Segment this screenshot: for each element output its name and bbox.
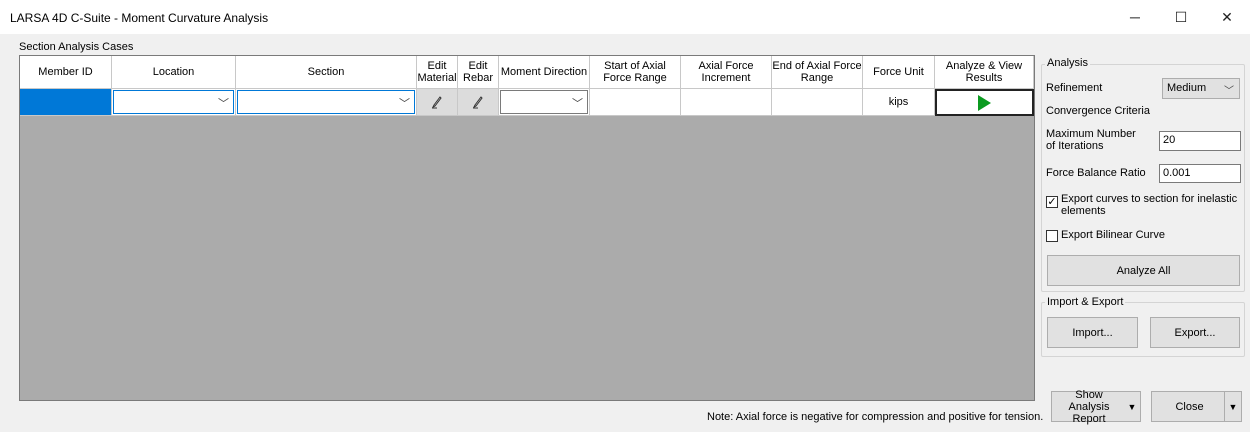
pencil-icon [431,96,442,109]
header-start-axial[interactable]: Start of Axial Force Range [590,56,681,89]
header-edit-material[interactable]: Edit Material [417,56,458,89]
chevron-down-icon: ﹀ [1224,86,1234,97]
location-combo[interactable]: ﹀ [113,90,234,114]
edit-rebar-button[interactable] [458,89,499,116]
moment-direction-combo[interactable]: ﹀ [500,90,588,114]
max-iterations-label: Maximum Number of Iterations [1046,128,1136,152]
import-export-group-title: Import & Export [1045,296,1126,308]
maximize-button[interactable]: ☐ [1158,0,1204,34]
analyze-all-button[interactable]: Analyze All [1047,255,1240,286]
window-title: LARSA 4D C-Suite - Moment Curvature Anal… [10,11,269,25]
play-icon [978,94,991,111]
section-combo[interactable]: ﹀ [237,90,415,114]
header-analyze-view[interactable]: Analyze & View Results [935,56,1034,89]
export-bilinear-checkbox[interactable] [1046,230,1058,242]
header-axial-increment[interactable]: Axial Force Increment [681,56,772,89]
header-moment-direction[interactable]: Moment Direction [499,56,590,89]
title-bar: LARSA 4D C-Suite - Moment Curvature Anal… [0,0,1250,34]
axial-force-note: Note: Axial force is negative for compre… [707,411,1044,423]
export-button[interactable]: Export... [1150,317,1240,348]
header-section[interactable]: Section [236,56,417,89]
cell-section[interactable]: ﹀ [236,89,417,116]
minimize-icon: ─ [1130,9,1140,25]
cell-axial-increment[interactable] [681,89,772,116]
close-button[interactable]: Close ▼ [1151,391,1242,422]
force-balance-input[interactable]: 0.001 [1159,164,1241,183]
close-window-button[interactable]: ✕ [1204,0,1250,34]
cell-location[interactable]: ﹀ [112,89,236,116]
export-bilinear-label[interactable]: Export Bilinear Curve [1061,229,1165,241]
edit-material-button[interactable] [417,89,458,116]
refinement-select[interactable]: Medium ﹀ [1162,78,1240,99]
cell-force-unit[interactable]: kips [863,89,935,116]
chevron-down-icon[interactable]: ﹀ [218,95,229,111]
cell-end-axial[interactable] [772,89,863,116]
chevron-down-icon[interactable]: ﹀ [399,95,410,111]
maximize-icon: ☐ [1174,8,1188,25]
dropdown-arrow-icon[interactable]: ▼ [1224,392,1241,421]
refinement-value: Medium [1167,82,1207,94]
header-force-unit[interactable]: Force Unit [863,56,935,89]
analyze-view-button[interactable] [935,89,1034,116]
close-icon: ✕ [1221,8,1233,25]
section-analysis-cases-label: Section Analysis Cases [19,41,134,53]
cell-start-axial[interactable] [590,89,681,116]
export-curves-checkbox[interactable]: ✓ [1046,196,1058,208]
minimize-button[interactable]: ─ [1112,0,1158,34]
cell-moment-direction[interactable]: ﹀ [499,89,590,116]
header-end-axial[interactable]: End of Axial Force Range [772,56,863,89]
convergence-criteria-label: Convergence Criteria [1046,105,1150,117]
section-cases-grid[interactable]: Member ID Location Section Edit Material… [19,55,1035,401]
refinement-label: Refinement [1046,82,1103,94]
cell-member-id[interactable] [20,89,112,116]
max-iterations-input[interactable]: 20 [1159,131,1241,151]
show-analysis-report-button[interactable]: Show Analysis Report ▼ [1051,388,1141,425]
show-analysis-report-label: Show Analysis Report [1068,388,1110,425]
chevron-down-icon[interactable]: ﹀ [572,95,583,111]
force-balance-label: Force Balance Ratio [1046,167,1146,179]
dropdown-arrow-icon[interactable]: ▼ [1124,392,1140,421]
header-edit-rebar[interactable]: Edit Rebar [458,56,499,89]
header-member-id[interactable]: Member ID [20,56,112,89]
import-button[interactable]: Import... [1047,317,1138,348]
pencil-icon [472,96,483,109]
header-location[interactable]: Location [112,56,236,89]
close-label: Close [1175,400,1204,413]
analysis-group-title: Analysis [1045,57,1090,69]
export-curves-label[interactable]: Export curves to section for inelastic e… [1061,193,1241,217]
